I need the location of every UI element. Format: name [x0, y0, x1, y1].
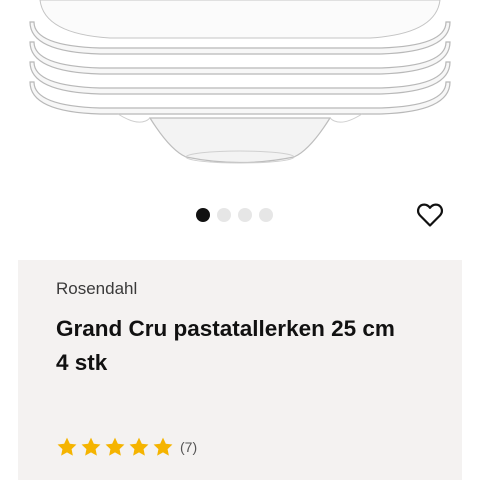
brand-name[interactable]: Rosendahl: [56, 279, 137, 299]
heart-outline-icon[interactable]: [416, 202, 444, 228]
star-icon: [105, 437, 125, 456]
pager-dot[interactable]: [259, 208, 273, 222]
product-title: Grand Cru pastatallerken 25 cm 4 stk: [56, 316, 395, 375]
star-icon: [57, 437, 77, 456]
pager-dot[interactable]: [217, 208, 231, 222]
product-image[interactable]: [0, 0, 480, 195]
product-info-card: Rosendahl Grand Cru pastatallerken 25 cm…: [18, 260, 462, 480]
review-count[interactable]: (7): [180, 439, 197, 455]
product-gallery[interactable]: [0, 0, 480, 240]
pager-dot-active[interactable]: [196, 208, 210, 222]
star-icon: [129, 437, 149, 456]
rating-summary[interactable]: (7): [56, 436, 197, 458]
gallery-pager: [196, 208, 273, 222]
star-icon: [153, 437, 173, 456]
star-icon: [81, 437, 101, 456]
pager-dot[interactable]: [238, 208, 252, 222]
